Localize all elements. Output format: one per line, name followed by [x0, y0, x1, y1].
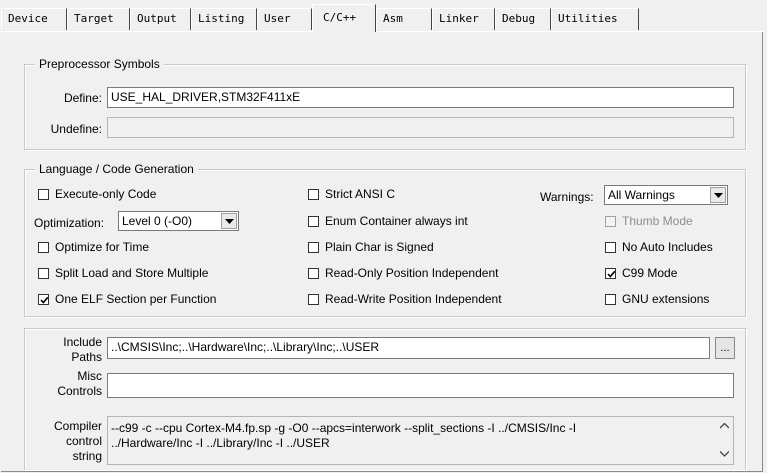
- checkbox-box: [605, 242, 616, 253]
- tab-utilities[interactable]: Utilities: [551, 8, 639, 30]
- scroll-down-icon[interactable]: [720, 451, 729, 457]
- checkbox-label: Thumb Mode: [622, 214, 693, 228]
- tab-target[interactable]: Target: [67, 8, 130, 30]
- select-value: All Warnings: [608, 188, 675, 202]
- dropdown-arrow-icon[interactable]: [221, 213, 237, 229]
- checkbox-label: Split Load and Store Multiple: [55, 266, 209, 280]
- control-string-line: ../Hardware/Inc -I ../Library/Inc -I ../…: [111, 436, 330, 450]
- tab-label: Target: [74, 12, 114, 25]
- label-line: string: [72, 449, 102, 463]
- strict-ansi-c-checkbox[interactable]: Strict ANSI C: [308, 187, 395, 203]
- checkbox-box: [308, 268, 319, 279]
- label-line: Controls: [57, 384, 102, 398]
- checkbox-label: C99 Mode: [622, 266, 678, 280]
- define-input[interactable]: USE_HAL_DRIVER,STM32F411xE: [107, 87, 734, 108]
- label-line: control: [65, 434, 102, 448]
- tab-label: Listing: [198, 12, 245, 25]
- label-line: Misc: [77, 369, 102, 383]
- checkbox-label: GNU extensions: [622, 292, 710, 306]
- checkbox-label: Read-Only Position Independent: [325, 266, 499, 280]
- warnings-label: Warnings:: [540, 190, 594, 204]
- checkbox-label: One ELF Section per Function: [55, 292, 217, 306]
- tab-label: Debug: [502, 12, 536, 25]
- plain-char-signed-checkbox[interactable]: Plain Char is Signed: [308, 240, 434, 256]
- thumb-mode-checkbox[interactable]: Thumb Mode: [605, 214, 693, 230]
- checkbox-box: [308, 189, 319, 200]
- tab-debug[interactable]: Debug: [495, 8, 551, 30]
- tab-label: C/C++: [323, 11, 357, 24]
- define-label: Define:: [63, 91, 102, 105]
- tab-label: Asm: [383, 12, 403, 25]
- tab-user[interactable]: User: [257, 8, 312, 30]
- tab-bar: Device Target Output Listing User C/C++ …: [0, 0, 767, 34]
- include-paths-browse-button[interactable]: ...: [715, 337, 735, 359]
- tab-label: Utilities: [558, 12, 618, 25]
- checkbox-box: [605, 216, 616, 227]
- checkbox-box: [38, 242, 49, 253]
- one-elf-section-checkbox[interactable]: One ELF Section per Function: [38, 292, 216, 308]
- no-auto-includes-checkbox[interactable]: No Auto Includes: [605, 240, 713, 256]
- checkbox-label: Plain Char is Signed: [325, 240, 434, 254]
- optimization-label: Optimization:: [34, 216, 105, 230]
- label-line: Paths: [71, 350, 102, 364]
- tab-asm[interactable]: Asm: [376, 8, 432, 30]
- checkbox-box: [605, 268, 616, 279]
- label-line: Compiler: [53, 419, 102, 433]
- compiler-control-string-label: Compiler control string: [30, 419, 102, 464]
- gnu-extensions-checkbox[interactable]: GNU extensions: [605, 292, 709, 308]
- warnings-select[interactable]: All Warnings: [604, 185, 728, 205]
- optimization-select[interactable]: Level 0 (-O0): [118, 211, 239, 231]
- tab-label: Device: [8, 12, 48, 25]
- optimize-for-time-checkbox[interactable]: Optimize for Time: [38, 240, 149, 256]
- checkbox-box: [308, 216, 319, 227]
- tab-c-cpp[interactable]: C/C++: [312, 4, 376, 32]
- include-paths-input[interactable]: ..\CMSIS\Inc;..\Hardware\Inc;..\Library\…: [107, 337, 710, 359]
- checkbox-label: Read-Write Position Independent: [325, 292, 502, 306]
- tab-device[interactable]: Device: [1, 8, 67, 30]
- control-string-line: --c99 -c --cpu Cortex-M4.fp.sp -g -O0 --…: [111, 421, 577, 435]
- checkbox-box: [38, 268, 49, 279]
- checkbox-label: Enum Container always int: [325, 214, 468, 228]
- tab-output[interactable]: Output: [130, 8, 191, 30]
- vertical-scrollbar[interactable]: [715, 417, 733, 464]
- checkbox-label: Optimize for Time: [55, 240, 150, 254]
- group-title: Language / Code Generation: [35, 162, 198, 176]
- checkbox-label: Execute-only Code: [55, 187, 157, 201]
- tab-label: Linker: [439, 12, 479, 25]
- undefine-input[interactable]: [107, 117, 734, 138]
- checkbox-box: [308, 294, 319, 305]
- checkbox-box: [38, 189, 49, 200]
- checkbox-label: No Auto Includes: [622, 240, 713, 254]
- tab-label: Output: [137, 12, 177, 25]
- checkbox-box: [308, 242, 319, 253]
- include-paths-label: Include Paths: [30, 335, 102, 365]
- dropdown-arrow-icon[interactable]: [710, 187, 726, 203]
- execute-only-checkbox[interactable]: Execute-only Code: [38, 187, 156, 203]
- select-value: Level 0 (-O0): [122, 214, 193, 228]
- tab-label: User: [264, 12, 291, 25]
- label-line: Include: [63, 335, 102, 349]
- undefine-label: Undefine:: [50, 122, 102, 136]
- compiler-control-string-textarea[interactable]: --c99 -c --cpu Cortex-M4.fp.sp -g -O0 --…: [107, 416, 734, 465]
- group-title: Preprocessor Symbols: [35, 57, 164, 71]
- split-load-store-checkbox[interactable]: Split Load and Store Multiple: [38, 266, 208, 282]
- read-only-position-independent-checkbox[interactable]: Read-Only Position Independent: [308, 266, 498, 282]
- tab-linker[interactable]: Linker: [432, 8, 495, 30]
- misc-controls-label: Misc Controls: [30, 369, 102, 399]
- read-write-position-independent-checkbox[interactable]: Read-Write Position Independent: [308, 292, 502, 308]
- checkbox-box: [38, 294, 49, 305]
- tab-listing[interactable]: Listing: [191, 8, 257, 30]
- c99-mode-checkbox[interactable]: C99 Mode: [605, 266, 677, 282]
- checkbox-label: Strict ANSI C: [325, 187, 396, 201]
- scroll-up-icon[interactable]: [720, 423, 729, 429]
- checkbox-box: [605, 294, 616, 305]
- misc-controls-input[interactable]: [107, 373, 734, 398]
- enum-container-checkbox[interactable]: Enum Container always int: [308, 214, 468, 230]
